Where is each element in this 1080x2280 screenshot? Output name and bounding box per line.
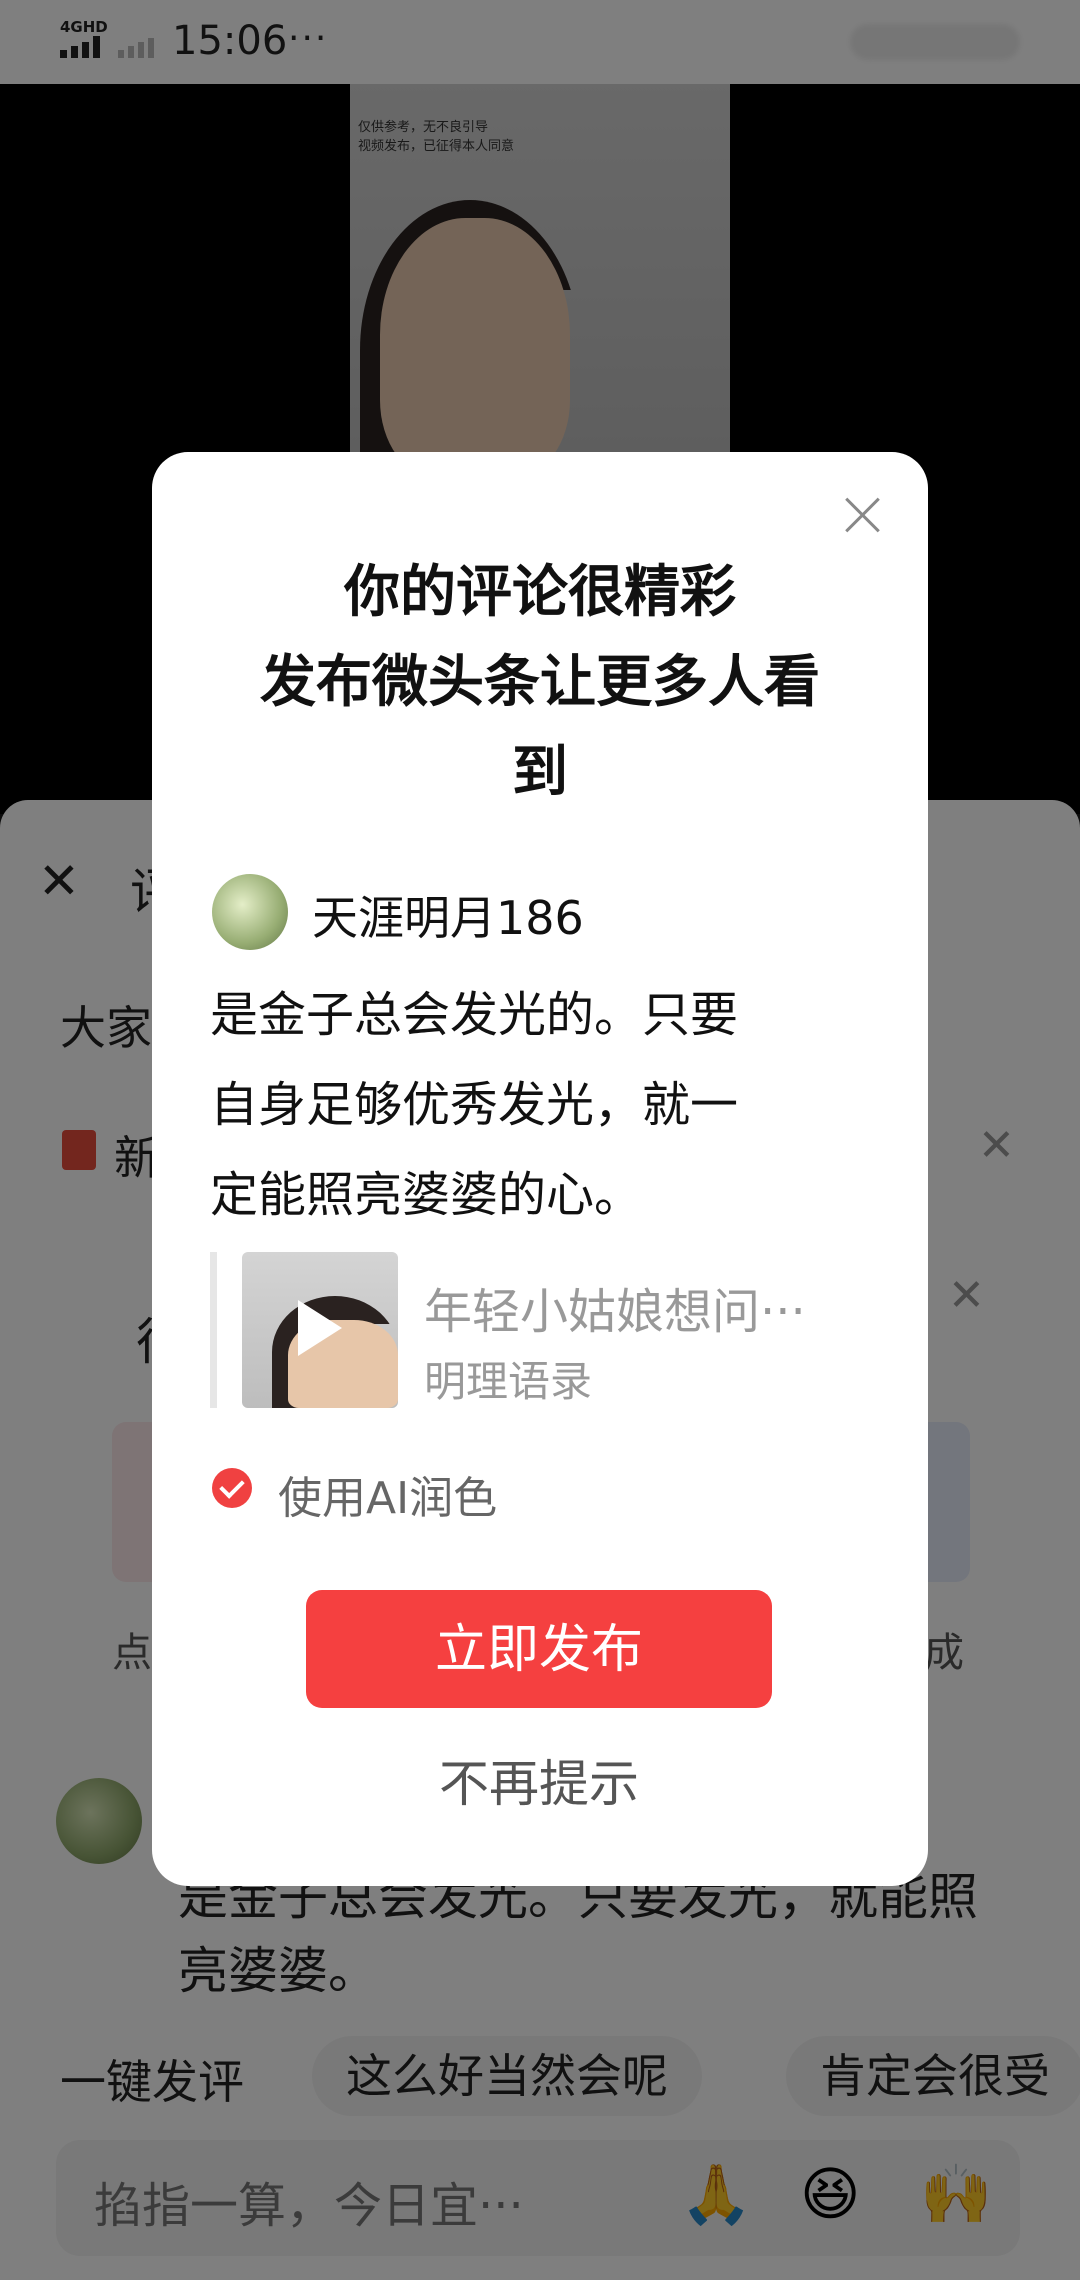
quote-bar <box>210 1252 217 1408</box>
play-icon <box>298 1300 342 1356</box>
dialog-title: 你的评论很精彩 发布微头条让更多人看 到 <box>260 560 820 805</box>
username: 天涯明月186 <box>312 891 584 945</box>
avatar <box>212 874 288 950</box>
quoted-video-source: 明理语录 <box>424 1357 593 1406</box>
dont-show-again-button[interactable]: 不再提示 <box>306 1752 772 1816</box>
ai-polish-checkbox[interactable] <box>212 1468 252 1508</box>
comment-body: 是金子总会发光的。只要 自身足够优秀发光，就一 定能照亮婆婆的心。 <box>210 987 739 1223</box>
close-icon[interactable] <box>838 490 888 540</box>
ai-polish-label[interactable]: 使用AI润色 <box>278 1462 497 1526</box>
publish-button[interactable]: 立即发布 <box>306 1590 772 1708</box>
quoted-video-title: 年轻小姑娘想问··· <box>424 1284 806 1340</box>
